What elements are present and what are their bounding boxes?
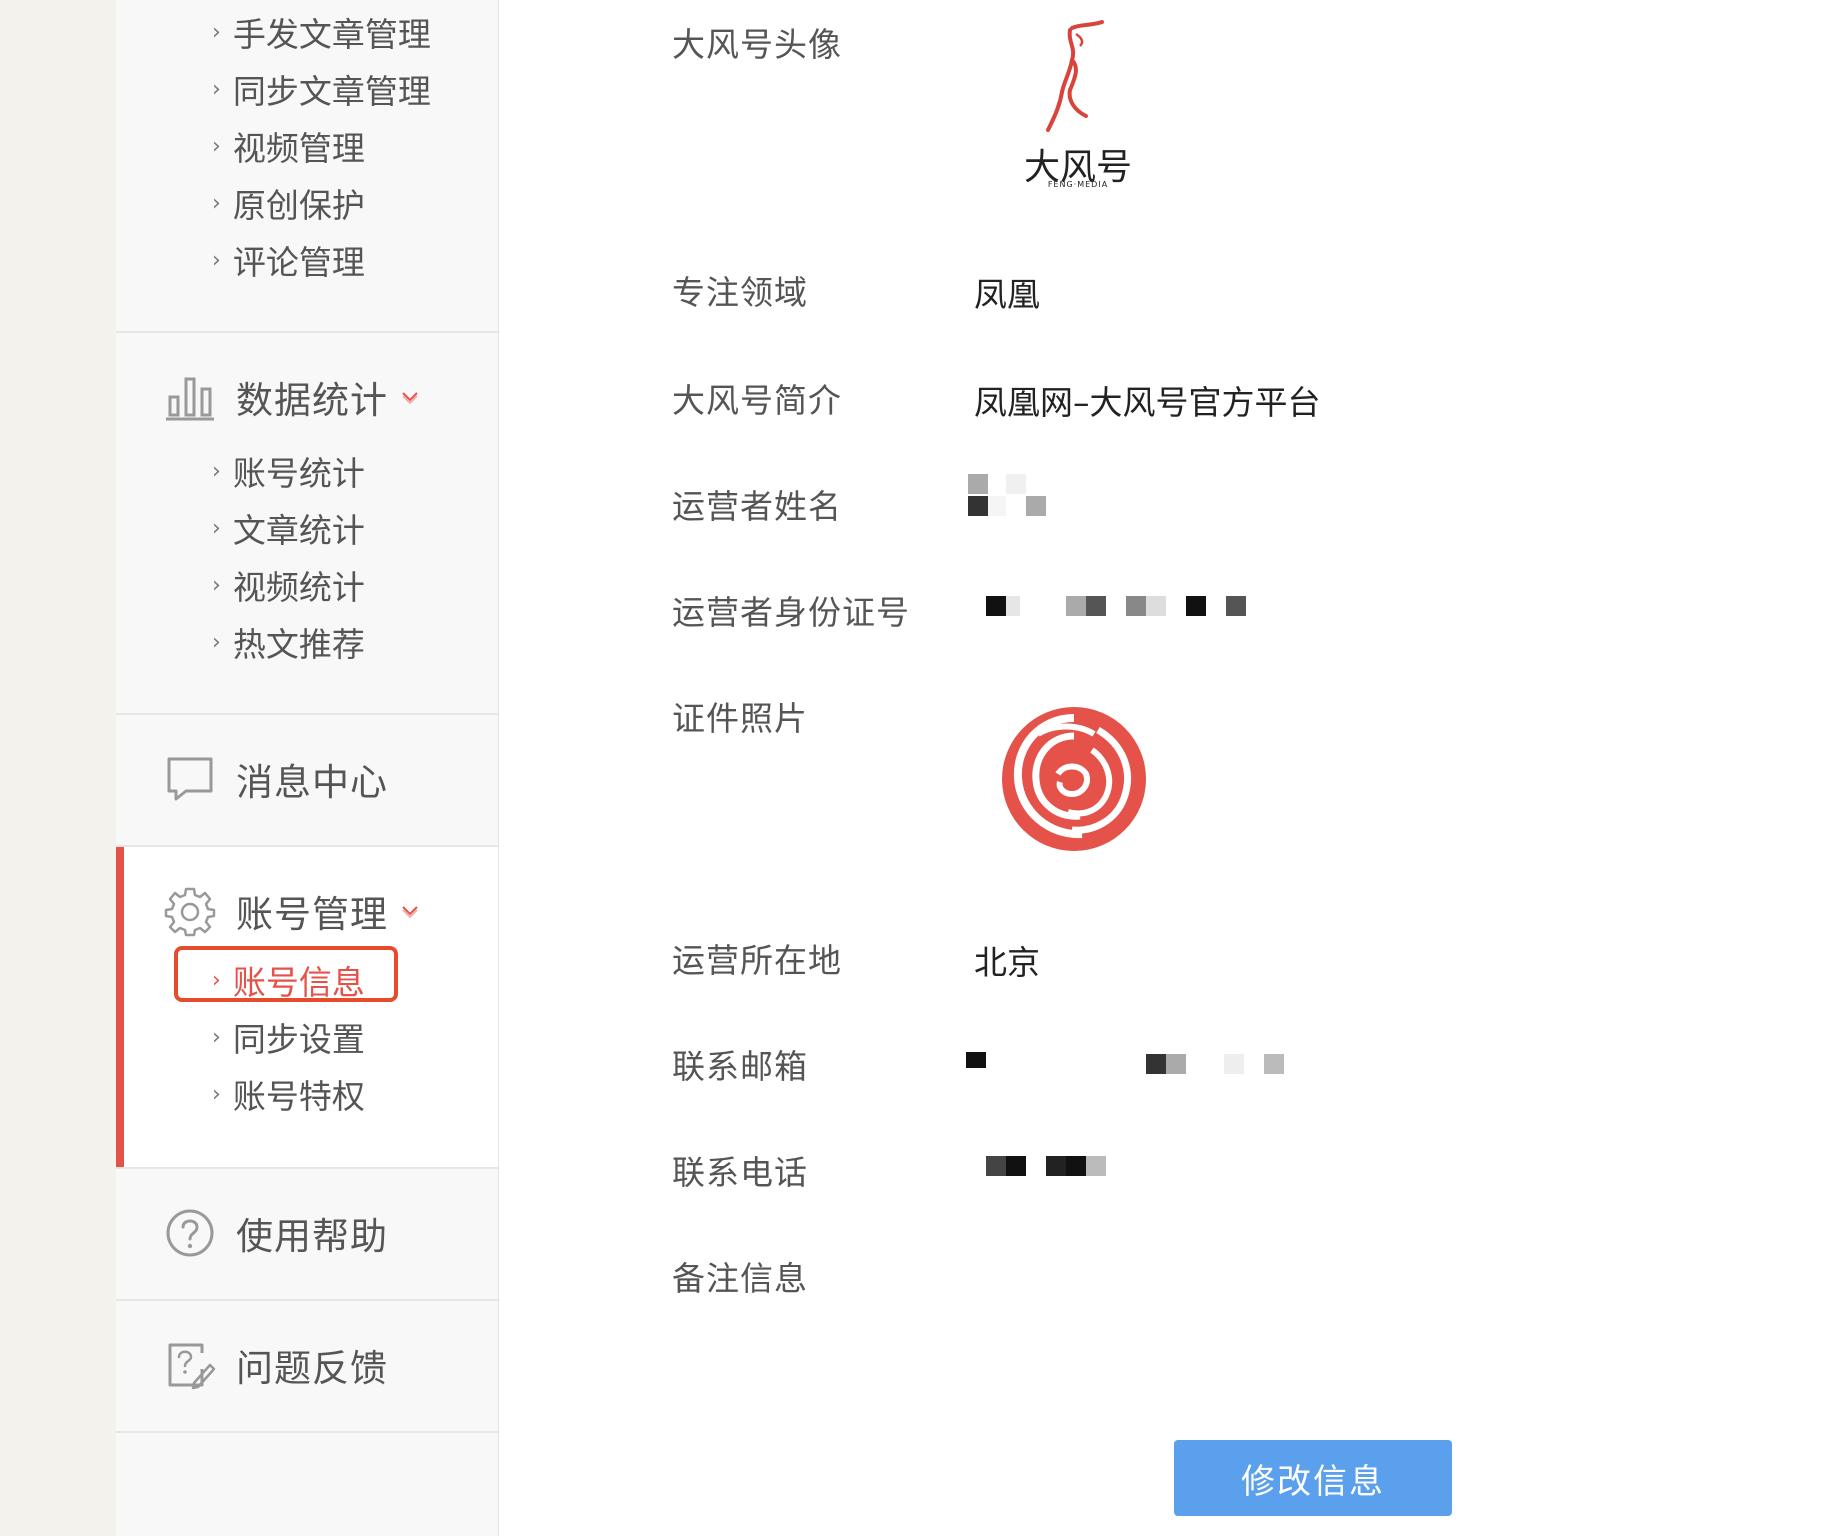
- location-label: 运营所在地: [672, 941, 842, 980]
- stats-header[interactable]: 数据统计: [164, 367, 420, 427]
- sidebar-item-sync-settings[interactable]: › 同步设置: [212, 1013, 365, 1061]
- messages-title: 消息中心: [236, 761, 388, 804]
- help-circle-icon: [166, 1209, 214, 1257]
- phone-redacted: [986, 1156, 1126, 1178]
- operator-name-redacted: [968, 474, 1048, 520]
- email-redacted: [966, 1052, 1296, 1074]
- avatar-logo-sub: FENG·MEDIA: [1047, 180, 1109, 189]
- sidebar-item-original-protection[interactable]: › 原创保护: [212, 179, 365, 227]
- messages-header[interactable]: 消息中心: [164, 749, 388, 809]
- feedback-section[interactable]: 问题反馈: [116, 1301, 498, 1431]
- help-section[interactable]: 使用帮助: [116, 1169, 498, 1299]
- bar-chart-icon: [166, 377, 214, 421]
- domain-label: 专注领域: [672, 273, 808, 312]
- messages-section[interactable]: 消息中心: [116, 715, 498, 845]
- sidebar-item-label: 原创保护: [232, 186, 365, 225]
- sidebar-item-account-stats[interactable]: › 账号统计: [212, 447, 365, 495]
- sidebar-item-video-stats[interactable]: › 视频统计: [212, 561, 365, 609]
- account-header[interactable]: 账号管理: [164, 881, 420, 941]
- stats-section: 数据统计 › 账号统计 › 文章统计 › 视频统计 › 热文推荐: [116, 333, 498, 713]
- content-section: › 手发文章管理 › 同步文章管理 › 视频管理 › 原创保护 › 评论管理: [116, 0, 498, 330]
- chevron-down-icon: [402, 392, 418, 404]
- sidebar-item-hot-articles[interactable]: › 热文推荐: [212, 618, 365, 666]
- sidebar: › 手发文章管理 › 同步文章管理 › 视频管理 › 原创保护 › 评论管理 数据统计 ›…: [116, 0, 499, 1536]
- sidebar-item-label: 账号特权: [232, 1077, 365, 1116]
- avatar-label: 大风号头像: [672, 25, 842, 64]
- edit-info-button[interactable]: 修改信息: [1174, 1440, 1452, 1516]
- sidebar-item-label: 账号统计: [232, 454, 365, 493]
- sidebar-item-article-stats[interactable]: › 文章统计: [212, 504, 365, 552]
- cert-photo-image: [1002, 707, 1146, 851]
- sidebar-item-manual-articles[interactable]: › 手发文章管理: [212, 8, 431, 56]
- account-title: 账号管理: [236, 893, 388, 936]
- intro-label: 大风号简介: [672, 381, 842, 420]
- avatar-image: 大风号 FENG·MEDIA: [1010, 20, 1140, 190]
- sidebar-item-comments[interactable]: › 评论管理: [212, 236, 365, 284]
- sidebar-item-label: 手发文章管理: [232, 15, 431, 54]
- operator-name-label: 运营者姓名: [672, 487, 842, 526]
- phoenix-line-logo: [1046, 20, 1104, 132]
- operator-id-redacted: [986, 596, 1256, 618]
- cert-photo-label: 证件照片: [672, 699, 808, 738]
- operator-id-label: 运营者身份证号: [672, 593, 910, 632]
- sidebar-item-label: 评论管理: [232, 243, 365, 282]
- chevron-down-icon: [402, 906, 418, 918]
- stats-title: 数据统计: [236, 379, 388, 422]
- sidebar-item-label: 同步文章管理: [232, 72, 431, 111]
- sidebar-item-videos[interactable]: › 视频管理: [212, 122, 365, 170]
- sidebar-item-label: 视频管理: [232, 129, 365, 168]
- sidebar-item-sync-articles[interactable]: › 同步文章管理: [212, 65, 431, 113]
- sidebar-item-label: 同步设置: [232, 1020, 365, 1059]
- message-icon: [167, 757, 213, 801]
- sidebar-item-label: 视频统计: [232, 568, 365, 607]
- sidebar-item-account-privileges[interactable]: › 账号特权: [212, 1070, 365, 1118]
- domain-value: 凤凰: [974, 275, 1040, 314]
- left-background-strip: [0, 0, 116, 1536]
- divider: [116, 1431, 498, 1433]
- gear-icon: [164, 887, 216, 937]
- sidebar-item-label: 热文推荐: [232, 625, 365, 664]
- help-header[interactable]: 使用帮助: [164, 1203, 388, 1263]
- remark-label: 备注信息: [672, 1259, 808, 1298]
- feedback-edit-icon: [168, 1343, 216, 1390]
- feedback-title: 问题反馈: [236, 1347, 388, 1390]
- sidebar-item-label: 文章统计: [232, 511, 365, 550]
- location-value: 北京: [974, 943, 1040, 982]
- feedback-header[interactable]: 问题反馈: [164, 1335, 388, 1395]
- account-section: 账号管理 › 账号信息 › 同步设置 › 账号特权: [116, 847, 498, 1167]
- highlight-box: [174, 946, 398, 1002]
- intro-value: 凤凰网–大风号官方平台: [974, 383, 1321, 422]
- email-label: 联系邮箱: [672, 1047, 808, 1086]
- phone-label: 联系电话: [672, 1153, 808, 1192]
- help-title: 使用帮助: [236, 1215, 388, 1258]
